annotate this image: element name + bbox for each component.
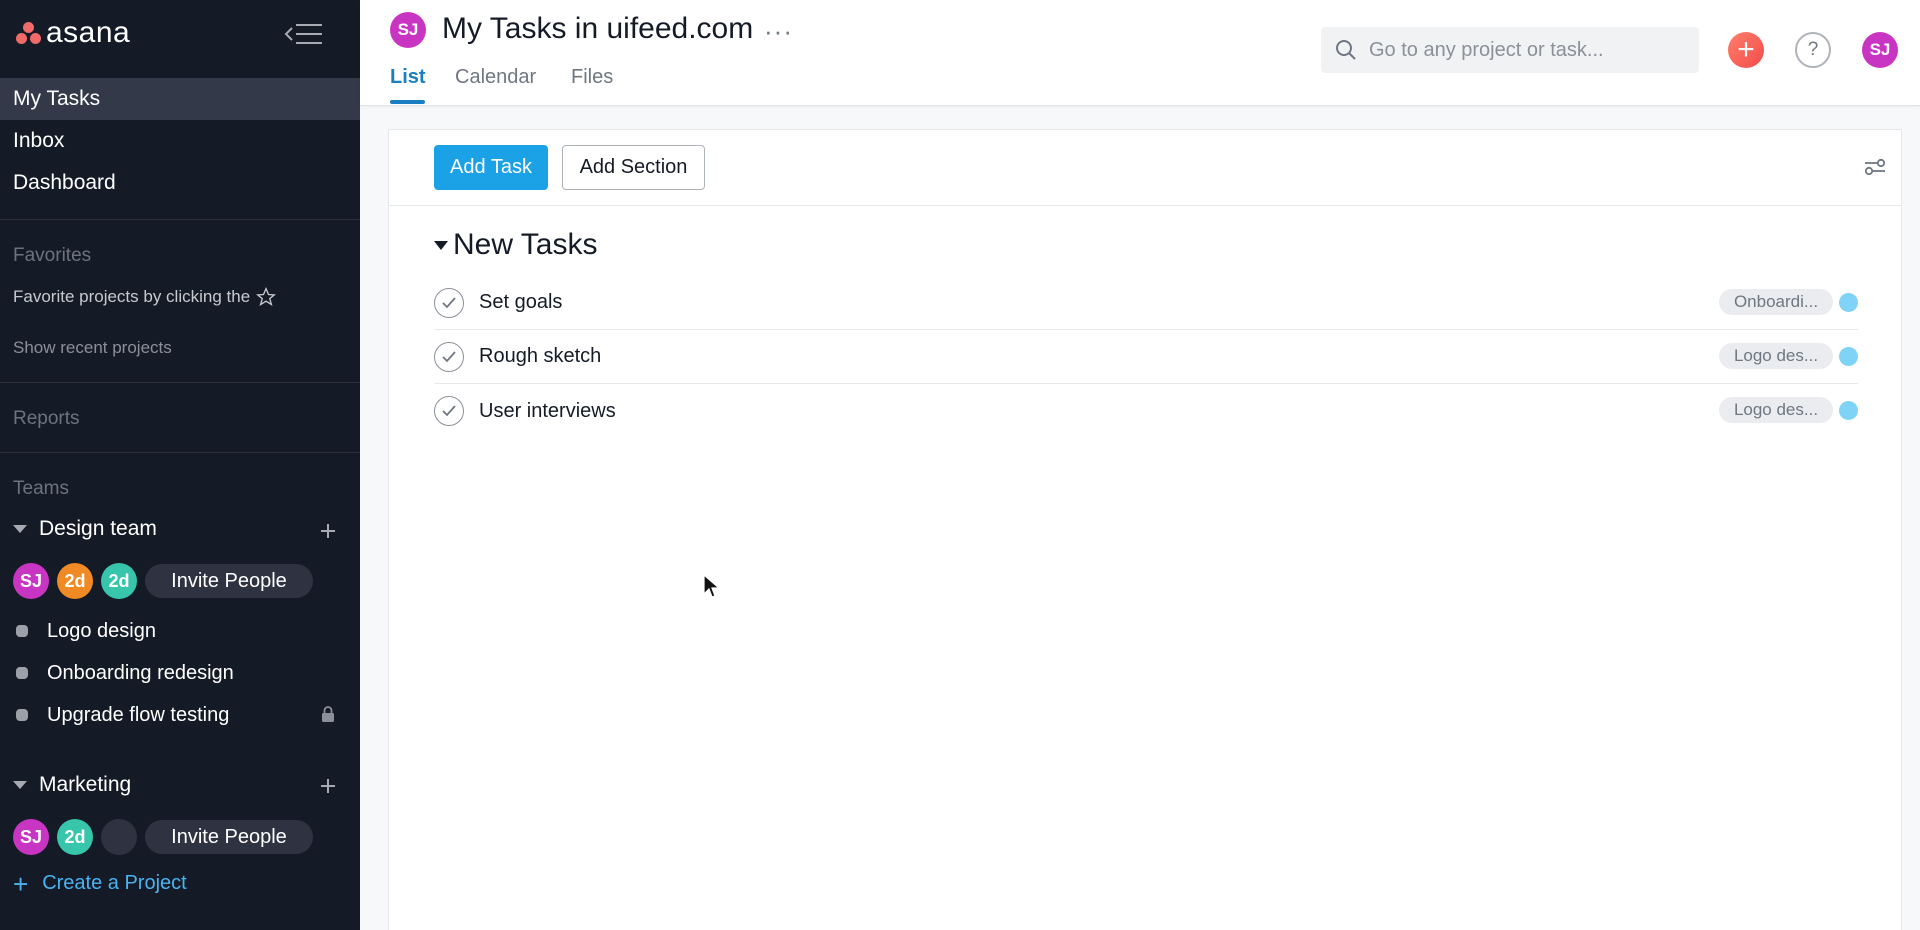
create-project-button[interactable]: + Create a Project: [13, 868, 187, 899]
tab-files[interactable]: Files: [571, 66, 613, 89]
favorites-heading: Favorites: [13, 245, 92, 266]
project-color-icon: [16, 625, 28, 637]
avatar[interactable]: 2d: [57, 819, 93, 855]
invite-people-button[interactable]: Invite People: [145, 564, 313, 598]
add-task-button[interactable]: Add Task: [434, 145, 548, 190]
tab-calendar[interactable]: Calendar: [455, 66, 536, 89]
avatar[interactable]: SJ: [13, 819, 49, 855]
page-header: SJ My Tasks in uifeed.com ··· List Calen…: [360, 0, 1920, 106]
reports-heading[interactable]: Reports: [13, 408, 80, 430]
project-name: Onboarding redesign: [47, 661, 234, 684]
tab-list[interactable]: List: [390, 66, 426, 89]
task-project-tag[interactable]: Logo des...: [1719, 343, 1833, 369]
checkmark-icon: [442, 296, 456, 308]
task-name[interactable]: Set goals: [479, 291, 562, 314]
plus-icon: +: [13, 868, 29, 899]
mouse-cursor-icon: [703, 574, 721, 598]
show-recent-projects[interactable]: Show recent projects: [13, 338, 172, 358]
sidebar: asana My Tasks Inbox Dashboard Favorites…: [0, 0, 360, 930]
user-avatar-button[interactable]: SJ: [1862, 32, 1898, 68]
section-header-new-tasks[interactable]: New Tasks: [434, 228, 598, 262]
add-project-icon[interactable]: [318, 521, 338, 541]
avatar[interactable]: SJ: [390, 12, 426, 48]
asana-logo[interactable]: asana: [16, 16, 131, 49]
project-color-dot: [1839, 347, 1858, 366]
checkmark-icon: [442, 350, 456, 362]
project-color-dot: [1839, 401, 1858, 420]
lock-icon: [322, 706, 334, 722]
logo-text: asana: [46, 16, 131, 49]
task-name[interactable]: Rough sketch: [479, 345, 601, 368]
chevron-down-icon: [13, 525, 27, 533]
search-icon: [1336, 40, 1356, 60]
project-name: Upgrade flow testing: [47, 703, 230, 726]
invite-people-button[interactable]: Invite People: [145, 820, 313, 854]
team-name: Marketing: [39, 773, 132, 796]
complete-task-checkbox[interactable]: [434, 396, 464, 426]
project-color-icon: [16, 667, 28, 679]
task-row[interactable]: Set goals Onboardi...: [434, 276, 1858, 330]
asana-logo-icon: [16, 22, 42, 44]
avatar-placeholder[interactable]: [101, 819, 137, 855]
chevron-down-icon: [434, 240, 448, 250]
chevron-down-icon: [13, 781, 27, 789]
divider: [0, 452, 360, 453]
teams-heading: Teams: [13, 478, 69, 499]
project-name: Logo design: [47, 619, 156, 642]
create-project-label: Create a Project: [42, 872, 187, 894]
view-settings-icon[interactable]: [1863, 156, 1887, 178]
add-project-icon[interactable]: [318, 776, 338, 796]
complete-task-checkbox[interactable]: [434, 287, 464, 318]
avatar[interactable]: 2d: [57, 563, 93, 599]
favorites-hint-text: Favorite projects by clicking the: [13, 287, 251, 306]
active-tab-indicator: [390, 100, 425, 104]
task-row[interactable]: User interviews Logo des...: [434, 384, 1858, 438]
avatar[interactable]: SJ: [13, 563, 49, 599]
team-members: SJ 2d 2d Invite People: [13, 563, 313, 599]
search-bar[interactable]: [1321, 27, 1699, 73]
toolbar: Add Task Add Section: [389, 130, 1901, 206]
team-members: SJ 2d Invite People: [13, 819, 313, 855]
team-marketing[interactable]: Marketing: [13, 773, 131, 797]
section-title: New Tasks: [453, 228, 598, 261]
project-color-icon: [16, 709, 28, 721]
help-button[interactable]: ?: [1795, 32, 1831, 68]
complete-task-checkbox[interactable]: [434, 341, 464, 372]
nav-my-tasks[interactable]: My Tasks: [0, 78, 360, 120]
task-row[interactable]: Rough sketch Logo des...: [434, 330, 1858, 384]
search-input[interactable]: [1369, 38, 1689, 62]
task-name[interactable]: User interviews: [479, 400, 616, 423]
team-name: Design team: [39, 517, 157, 540]
avatar[interactable]: 2d: [101, 563, 137, 599]
nav-dashboard[interactable]: Dashboard: [0, 162, 360, 204]
page-title: My Tasks in uifeed.com: [442, 12, 754, 45]
sidebar-project-onboarding-redesign[interactable]: Onboarding redesign: [0, 653, 360, 693]
star-icon: [256, 287, 277, 306]
task-project-tag[interactable]: Logo des...: [1719, 397, 1833, 423]
task-project-tag[interactable]: Onboardi...: [1719, 289, 1833, 315]
collapse-sidebar-icon[interactable]: [284, 22, 324, 46]
quick-add-button[interactable]: +: [1728, 32, 1764, 68]
task-list-panel: Add Task Add Section New Tasks Set goals…: [388, 129, 1902, 930]
sidebar-project-logo-design[interactable]: Logo design: [0, 611, 360, 651]
add-section-button[interactable]: Add Section: [562, 145, 705, 190]
checkmark-icon: [442, 405, 456, 417]
nav-inbox[interactable]: Inbox: [0, 120, 360, 162]
divider: [0, 382, 360, 383]
project-color-dot: [1839, 293, 1858, 312]
team-design-team[interactable]: Design team: [13, 517, 157, 541]
divider: [0, 219, 360, 220]
favorites-hint: Favorite projects by clicking the: [13, 287, 277, 307]
sidebar-project-upgrade-flow-testing[interactable]: Upgrade flow testing: [0, 695, 360, 735]
more-options-icon[interactable]: ···: [764, 16, 793, 47]
